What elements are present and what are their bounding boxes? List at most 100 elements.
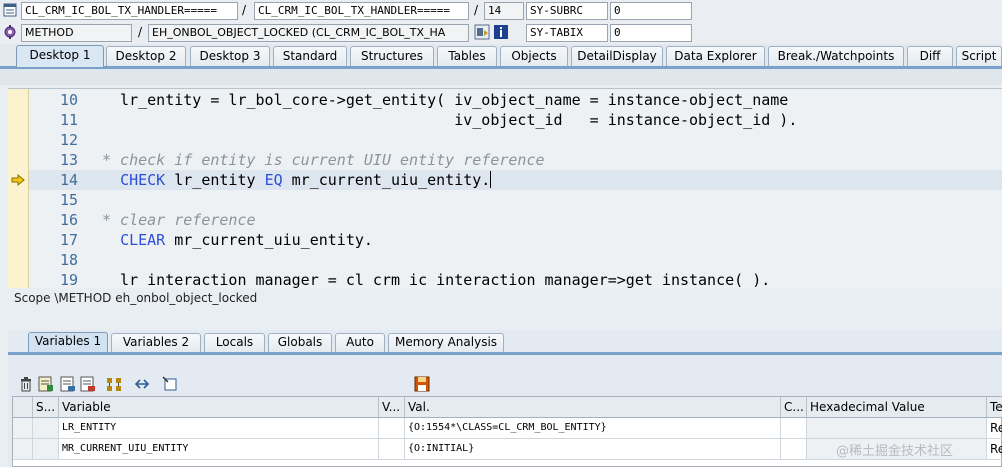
row-selector[interactable] (13, 439, 33, 459)
delete-icon[interactable] (18, 376, 34, 392)
include-field[interactable]: CL_CRM_IC_BOL_TX_HANDLER===== (254, 2, 469, 20)
code-line[interactable]: 17 CLEAR mr_current_uiu_entity. (29, 230, 1002, 250)
separator: / (474, 3, 479, 17)
separator: / (138, 25, 143, 39)
table-row[interactable]: LR_ENTITY {O:1554*\CLASS=CL_CRM_BOL_ENTI… (13, 418, 1002, 439)
desktop-tab-strip: Desktop 1 Desktop 2 Desktop 3 Standard S… (0, 44, 1002, 67)
code-line[interactable]: 19 lr_interaction_manager = cl_crm_ic_in… (29, 270, 1002, 288)
tab-auto[interactable]: Auto (335, 333, 385, 352)
code-token: lr_interaction_manager = cl_crm_ic_inter… (102, 271, 771, 288)
separator: / (242, 3, 247, 17)
value-cell[interactable]: {O:INITIAL} (405, 439, 781, 459)
tab-breakpoints-watchpoints[interactable]: Break./Watchpoints (768, 46, 904, 66)
navigate-icon[interactable] (134, 376, 150, 392)
line-number-field[interactable]: 14 (484, 2, 524, 20)
insert-variable-icon[interactable] (38, 376, 54, 392)
keyword-token: EQ (264, 171, 283, 189)
current-statement-arrow-icon (11, 174, 25, 186)
tab-diff[interactable]: Diff (907, 46, 953, 66)
tab-tables[interactable]: Tables (437, 46, 497, 66)
code-line[interactable]: 15 (29, 190, 1002, 210)
code-token: iv_object_id = instance-object_id ). (102, 111, 798, 129)
code-text: CLEAR mr_current_uiu_entity. (102, 230, 373, 250)
type-field[interactable]: METHOD (21, 24, 132, 42)
tab-data-explorer[interactable]: Data Explorer (666, 46, 765, 66)
column-header-c[interactable]: C... (781, 397, 807, 417)
tab-desktop-2[interactable]: Desktop 2 (106, 46, 186, 66)
column-header-value[interactable]: Val. (405, 397, 781, 417)
row-selector[interactable] (13, 418, 33, 438)
tab-locals[interactable]: Locals (204, 333, 265, 352)
source-code-editor[interactable]: 10 lr_entity = lr_bol_core->get_entity( … (8, 88, 1002, 288)
code-token: lr_entity (165, 171, 265, 189)
tab-variables-2[interactable]: Variables 2 (111, 333, 201, 352)
select-icon[interactable] (162, 376, 178, 392)
code-text: lr_interaction_manager = cl_crm_ic_inter… (102, 270, 770, 288)
line-number: 17 (59, 231, 78, 249)
line-number: 16 (59, 211, 78, 229)
tab-globals[interactable]: Globals (268, 333, 332, 352)
event-field[interactable]: EH_ONBOL_OBJECT_LOCKED (CL_CRM_IC_BOL_TX… (148, 24, 469, 42)
var-tab-divider (8, 352, 1002, 355)
tab-script[interactable]: Script (956, 46, 1002, 66)
column-header-v[interactable]: V... (379, 397, 405, 417)
watermark: @稀土掘金技术社区 (836, 444, 954, 459)
sysvar-name-field-2[interactable]: SY-TABIX (526, 24, 608, 42)
code-line[interactable]: 10 lr_entity = lr_bol_core->get_entity( … (29, 90, 1002, 110)
tab-detail-display[interactable]: DetailDisplay (571, 46, 663, 66)
text-cursor (490, 171, 492, 188)
tab-desktop-3[interactable]: Desktop 3 (190, 46, 270, 66)
column-header-status[interactable]: S... (33, 397, 59, 417)
code-text: * clear reference (102, 210, 256, 230)
column-header-type[interactable]: Te (987, 397, 1002, 417)
code-line[interactable]: 14 CHECK lr_entity EQ mr_current_uiu_ent… (29, 170, 1002, 190)
line-number: 10 (59, 91, 78, 109)
hierarchy-icon[interactable] (106, 376, 122, 392)
tab-standard[interactable]: Standard (273, 46, 347, 66)
code-line[interactable]: 18 (29, 250, 1002, 270)
status-cell (33, 418, 59, 438)
code-text: CHECK lr_entity EQ mr_current_uiu_entity… (102, 170, 492, 190)
tab-desktop-1[interactable]: Desktop 1 (16, 45, 104, 67)
tab-structures[interactable]: Structures (350, 46, 434, 66)
tab-memory-analysis[interactable]: Memory Analysis (388, 333, 504, 352)
hex-cell (807, 418, 987, 438)
variable-cell[interactable]: LR_ENTITY (59, 418, 379, 438)
display-source-icon[interactable] (474, 24, 490, 40)
save-icon[interactable] (414, 376, 430, 392)
import-variables-icon[interactable] (60, 376, 76, 392)
line-number: 13 (59, 151, 78, 169)
code-token: mr_current_uiu_entity. (282, 171, 491, 189)
column-header-variable[interactable]: Variable (59, 397, 379, 417)
type-cell: Re (990, 421, 1002, 435)
v-cell (379, 418, 405, 438)
info-icon[interactable] (494, 25, 508, 39)
v-cell (379, 439, 405, 459)
value-cell[interactable]: {O:1554*\CLASS=CL_CRM_BOL_ENTITY} (405, 418, 781, 438)
variable-cell[interactable]: MR_CURRENT_UIU_ENTITY (59, 439, 379, 459)
code-line[interactable]: 11 iv_object_id = instance-object_id ). (29, 110, 1002, 130)
code-line[interactable]: 12 (29, 130, 1002, 150)
column-header-hex[interactable]: Hexadecimal Value (807, 397, 987, 417)
type-cell: Re (990, 442, 1002, 456)
sysvar-value-field-2[interactable]: 0 (610, 24, 692, 42)
tab-variables-1[interactable]: Variables 1 (28, 332, 108, 353)
tab-objects[interactable]: Objects (500, 46, 568, 66)
keyword-token: CLEAR (120, 231, 166, 249)
code-text: lr_entity = lr_bol_core->get_entity( iv_… (102, 90, 788, 110)
c-cell (781, 439, 807, 459)
program-field[interactable]: CL_CRM_IC_BOL_TX_HANDLER===== (21, 2, 238, 20)
keyword-token: CHECK (120, 171, 166, 189)
debugger-info-row-2: METHOD / EH_ONBOL_OBJECT_LOCKED (CL_CRM_… (0, 22, 1002, 44)
line-number: 14 (59, 171, 78, 189)
row-selector-header[interactable] (13, 397, 33, 417)
sysvar-name-field-1[interactable]: SY-SUBRC (526, 2, 608, 20)
code-line[interactable]: 13 * check if entity is current UIU entit… (29, 150, 1002, 170)
sysvar-value-field-1[interactable]: 0 (610, 2, 692, 20)
breakpoint-gutter[interactable] (8, 89, 29, 288)
save-variables-icon[interactable] (80, 376, 96, 392)
line-number: 18 (59, 251, 78, 269)
code-line[interactable]: 16 * clear reference (29, 210, 1002, 230)
